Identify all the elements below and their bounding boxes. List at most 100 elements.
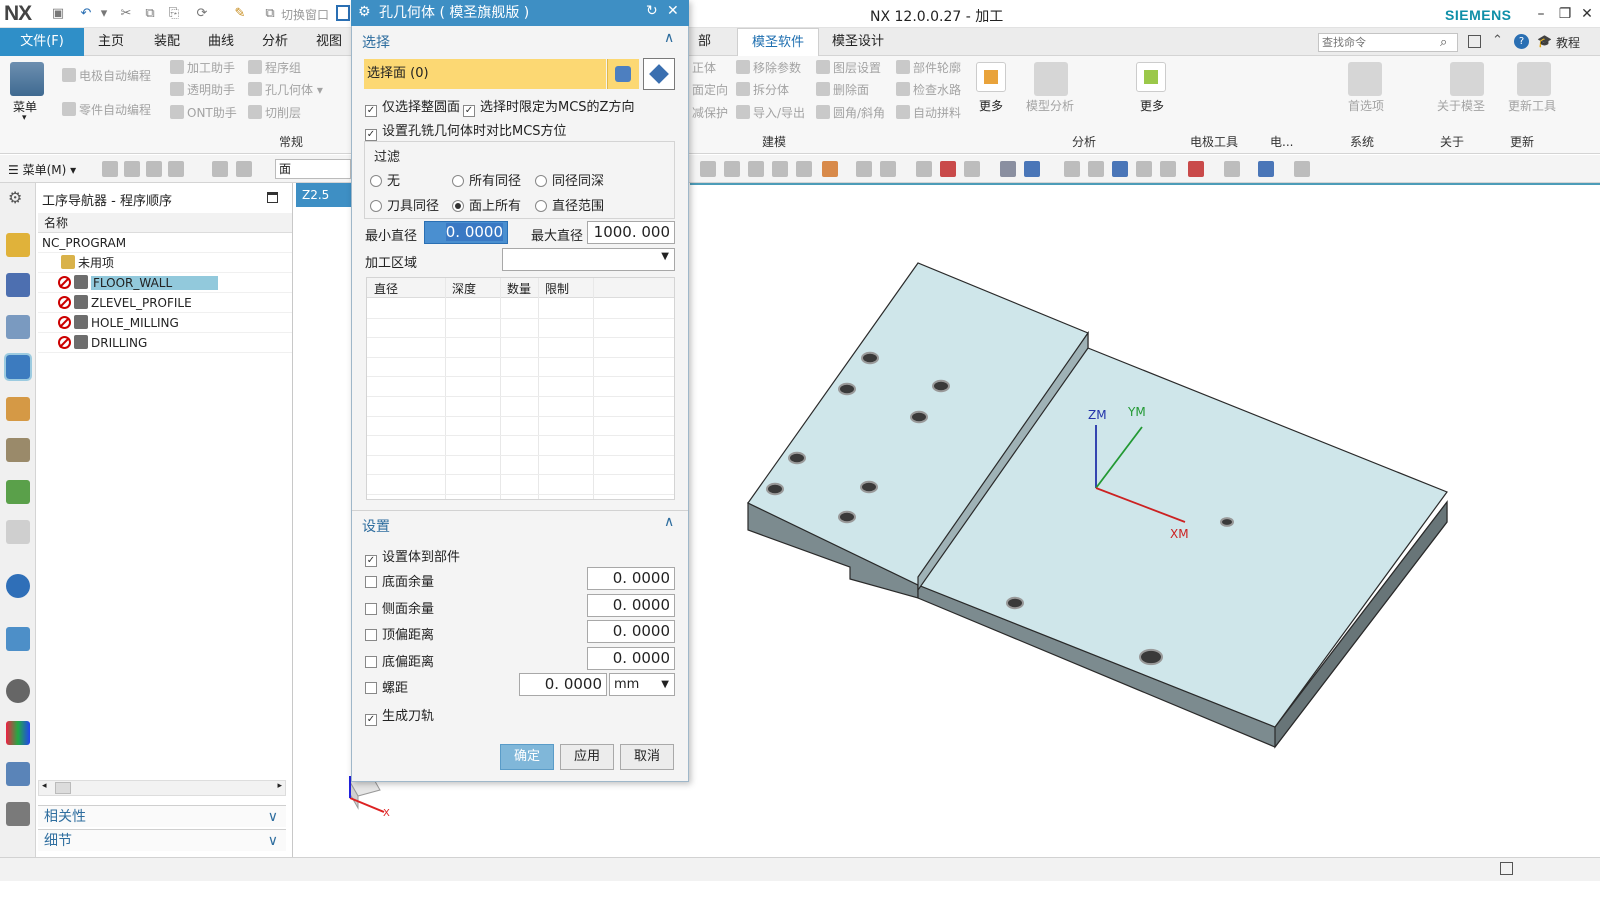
palette-icon[interactable]	[6, 721, 30, 745]
apply-button[interactable]: 应用	[560, 744, 614, 770]
pan-icon[interactable]	[1136, 161, 1152, 177]
ok-button[interactable]: 确定	[500, 744, 554, 770]
pitch-input[interactable]: 0. 0000	[519, 673, 607, 696]
undo-icon[interactable]: ↶	[78, 6, 94, 22]
command-search-input[interactable]	[1318, 33, 1458, 52]
area-select[interactable]: ▼	[502, 248, 675, 271]
tab-mosheng-design[interactable]: 模圣设计	[822, 28, 894, 56]
type-filter-select[interactable]: 面	[275, 159, 351, 179]
hole-upper-0[interactable]	[861, 351, 879, 365]
refresh-view-icon[interactable]	[1112, 161, 1128, 177]
close-window-button[interactable]: ✕	[1576, 5, 1598, 23]
touch-mode-icon[interactable]: ✎	[232, 6, 248, 22]
point-icon[interactable]	[796, 161, 812, 177]
undo-dropdown-icon[interactable]: ▾	[96, 6, 112, 22]
snap-point-icon[interactable]	[124, 161, 140, 177]
tab-curve[interactable]: 曲线	[198, 28, 244, 56]
side-stock-label[interactable]: 侧面余量	[365, 598, 434, 617]
menu-dropdown[interactable]: ☰ 菜单(M) ▾	[8, 161, 76, 178]
horizontal-scrollbar[interactable]: ◂ ▸	[38, 780, 286, 796]
ribbon-fillet-chamfer[interactable]: 圆角/斜角	[816, 103, 885, 123]
dialog-close-icon[interactable]: ✕	[667, 3, 679, 19]
curve-icon[interactable]	[772, 161, 788, 177]
dialog-gear-icon[interactable]: ⚙	[358, 4, 371, 20]
hole-lower-2[interactable]	[1139, 648, 1163, 666]
ribbon-part-auto[interactable]: 零件自动编程	[62, 100, 151, 120]
settings-gear-icon[interactable]: ⚙	[8, 188, 22, 207]
table-header-diameter[interactable]: 直径	[374, 280, 398, 297]
top-offset-input[interactable]: 0. 0000	[587, 620, 675, 643]
select-face-field[interactable]: 选择面 (0)	[364, 59, 606, 89]
fullscreen-icon[interactable]	[1468, 35, 1481, 48]
file-menu-button[interactable]: 文件(F)	[0, 28, 84, 56]
ribbon-transparent-helper[interactable]: 透明助手	[170, 80, 235, 100]
view-solid-icon[interactable]	[748, 161, 764, 177]
minimize-button[interactable]: –	[1530, 5, 1552, 23]
radio-off[interactable]	[535, 175, 547, 187]
checkbox-checked[interactable]: ✓	[365, 105, 377, 117]
part-model[interactable]	[690, 185, 1600, 855]
cancel-button[interactable]: 取消	[620, 744, 674, 770]
ribbon-reduce-protect[interactable]: 减保护	[692, 103, 728, 123]
checkbox-unchecked[interactable]	[365, 656, 377, 668]
column-header-name[interactable]: 名称	[38, 213, 292, 233]
restore-button[interactable]: ❐	[1554, 5, 1576, 23]
info-icon[interactable]	[6, 574, 30, 598]
checkbox-unchecked[interactable]	[365, 576, 377, 588]
cut-icon[interactable]: ✂	[118, 6, 134, 22]
fit-icon[interactable]	[1064, 161, 1080, 177]
tutorial-link[interactable]: 教程	[1556, 34, 1580, 51]
tab-partial[interactable]: 部	[694, 28, 715, 56]
select-face-icon[interactable]	[607, 59, 639, 89]
tab-mosheng-software[interactable]: 模圣软件	[737, 28, 819, 56]
model-analysis-icon[interactable]	[1034, 62, 1068, 96]
more-analysis-icon[interactable]	[1136, 62, 1166, 92]
tree-root[interactable]: NC_PROGRAM	[38, 233, 292, 253]
edge-display-icon[interactable]	[1224, 161, 1240, 177]
opt-limit-z[interactable]: ✓ 选择时限定为MCS的Z方向	[463, 96, 634, 117]
update-tool-icon[interactable]	[1517, 62, 1551, 96]
tab-analysis[interactable]: 分析	[252, 28, 298, 56]
ribbon-cut-levels[interactable]: 切削层	[248, 103, 301, 123]
tab-assembly[interactable]: 装配	[144, 28, 190, 56]
menu-big-icon[interactable]	[10, 62, 44, 96]
history-icon[interactable]	[6, 480, 30, 504]
scroll-right-icon[interactable]: ▸	[277, 781, 282, 791]
tree-op-floor-wall[interactable]: FLOOR_WALL	[38, 273, 292, 293]
filter-all-on-face[interactable]: 面上所有	[452, 195, 521, 214]
save-icon[interactable]: ▣	[50, 6, 66, 22]
maximize-panel-icon[interactable]	[267, 192, 278, 203]
ribbon-check-water[interactable]: 检查水路	[896, 80, 961, 100]
ribbon-auto-stock[interactable]: 自动拼料	[896, 103, 961, 123]
opt-compare-mcs[interactable]: ✓ 设置孔铣几何体时对比MCS方位	[365, 120, 567, 141]
table-header-count[interactable]: 数量	[507, 280, 531, 297]
table-row[interactable]	[367, 435, 674, 437]
pitch-unit-select[interactable]: mm ▼	[609, 673, 675, 696]
checkbox-checked[interactable]: ✓	[365, 555, 377, 567]
web-browser-icon[interactable]	[6, 627, 30, 651]
hole-lower-0[interactable]	[1220, 517, 1234, 527]
scroll-thumb[interactable]	[55, 782, 71, 794]
checkbox-unchecked[interactable]	[365, 603, 377, 615]
ribbon-import-export[interactable]: 导入/导出	[736, 103, 805, 123]
tab-home[interactable]: 主页	[88, 28, 134, 56]
side-stock-input[interactable]: 0. 0000	[587, 594, 675, 617]
section-detail[interactable]: 细节 ∨	[38, 829, 286, 851]
radio-off[interactable]	[452, 175, 464, 187]
more-analysis-label[interactable]: 更多	[1140, 97, 1164, 114]
checkbox-unchecked[interactable]	[365, 682, 377, 694]
ribbon-split-body[interactable]: 拆分体	[736, 80, 789, 100]
machine-library-icon[interactable]	[6, 438, 30, 462]
render-icon[interactable]	[1024, 161, 1040, 177]
preferences-label[interactable]: 首选项	[1348, 97, 1384, 114]
help-icon[interactable]: ?	[1514, 34, 1529, 49]
hole-upper-2[interactable]	[932, 379, 950, 393]
section-view-icon[interactable]	[1294, 161, 1310, 177]
bottom-offset-input[interactable]: 0. 0000	[587, 647, 675, 670]
tree-op-drilling[interactable]: DRILLING	[38, 333, 292, 353]
pitch-label[interactable]: 螺距	[365, 677, 408, 696]
view-box-icon[interactable]	[724, 161, 740, 177]
floor-stock-label[interactable]: 底面余量	[365, 571, 434, 590]
update-tool-label[interactable]: 更新工具	[1508, 97, 1556, 114]
ribbon-electrode-auto[interactable]: 电极自动编程	[62, 66, 151, 86]
